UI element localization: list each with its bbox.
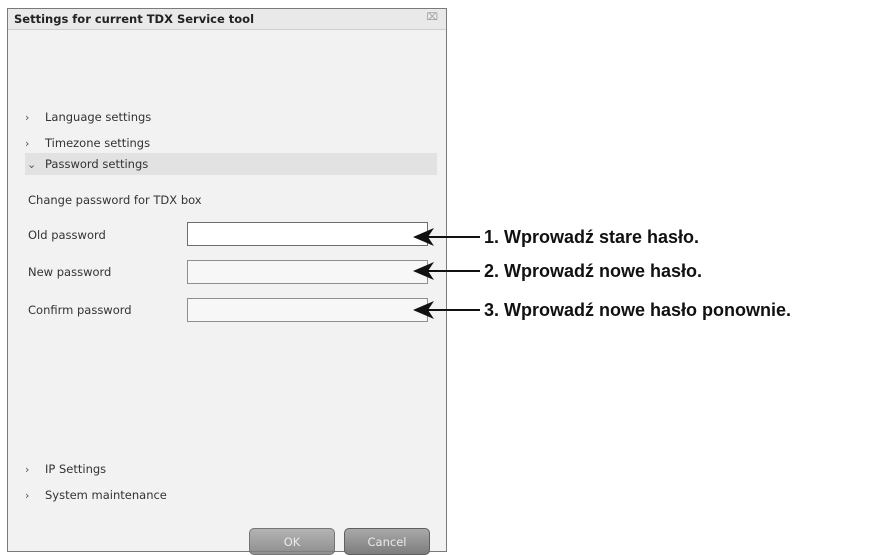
arrow-confirm-password (413, 301, 480, 319)
arrow-new-password (413, 262, 480, 280)
annotation-step-2: 2. Wprowadź nowe hasło. (484, 261, 703, 281)
annotation-step-1: 1. Wprowadź stare hasło. (484, 227, 700, 247)
annotation-arrows (413, 228, 480, 319)
arrow-old-password (413, 228, 480, 246)
annotation-step-3: 3. Wprowadź nowe hasło ponownie. (484, 300, 792, 320)
